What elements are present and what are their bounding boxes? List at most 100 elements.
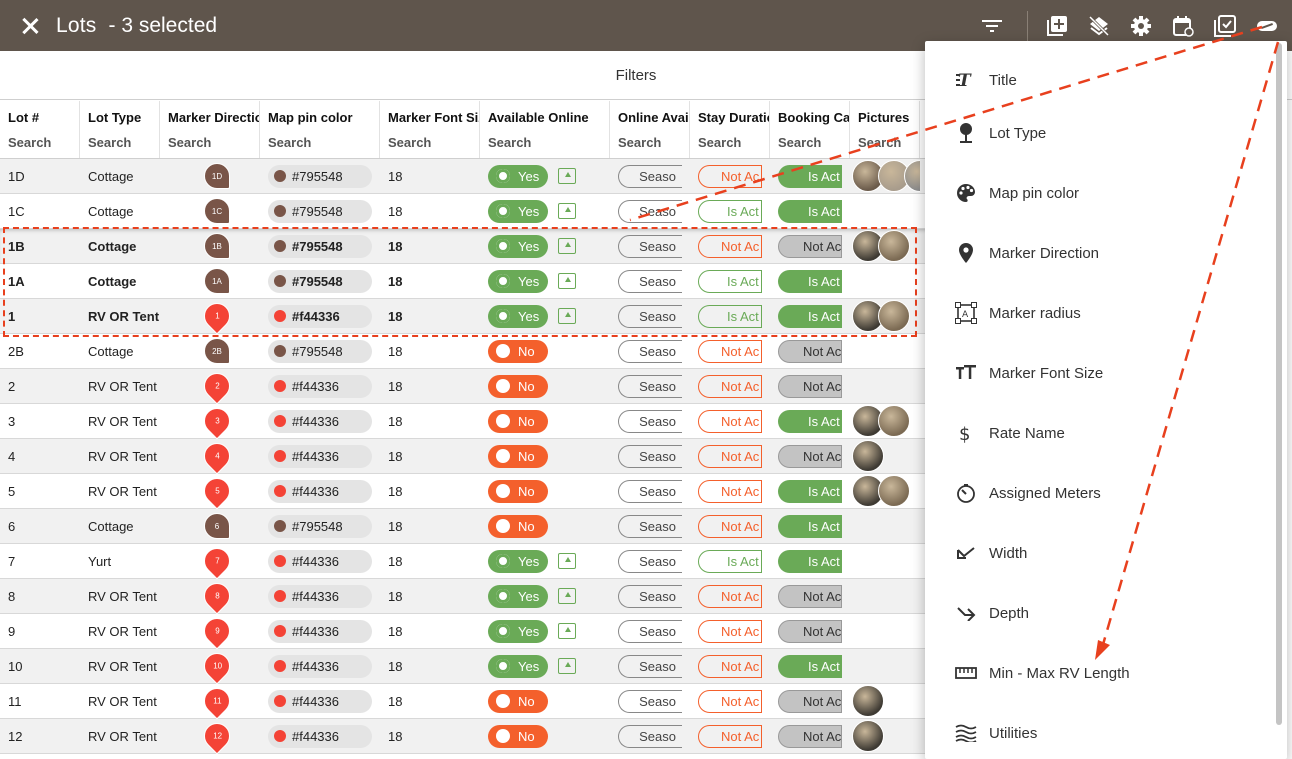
booking-calendar-chip[interactable]: Is Act	[778, 514, 842, 538]
season-chip[interactable]: Seaso	[618, 689, 682, 713]
column-search[interactable]: Search	[88, 135, 159, 150]
column-header[interactable]: Online Availability Search	[610, 101, 690, 158]
stay-duration-chip[interactable]: Not Ac	[698, 409, 762, 433]
pin-color-chip[interactable]: #f44336	[268, 724, 372, 748]
pin-color-cell[interactable]: #f44336	[260, 544, 380, 579]
pin-color-cell[interactable]: #f44336	[260, 299, 380, 334]
season-chip[interactable]: Seaso	[618, 374, 682, 398]
season-chip[interactable]: Seaso	[618, 549, 682, 573]
column-header[interactable]: Available Online Search	[480, 101, 610, 158]
column-header[interactable]: Stay Duration Search	[690, 101, 770, 158]
publish-icon[interactable]	[558, 168, 576, 184]
menu-item[interactable]: Min - Max RV Length	[925, 643, 1287, 703]
publish-icon[interactable]	[558, 623, 576, 639]
season-chip[interactable]: Seaso	[618, 619, 682, 643]
picture-thumbnail[interactable]	[878, 300, 910, 332]
pin-color-cell[interactable]: #f44336	[260, 579, 380, 614]
publish-icon[interactable]	[558, 588, 576, 604]
menu-item[interactable]: Map pin color	[925, 163, 1287, 223]
column-header[interactable]: Booking Calendar Search	[770, 101, 850, 158]
picture-thumbnail[interactable]	[852, 440, 884, 472]
stay-duration-chip[interactable]: Not Ac	[698, 619, 762, 643]
pin-color-chip[interactable]: #f44336	[268, 584, 372, 608]
season-chip[interactable]: Seaso	[618, 164, 682, 188]
available-yes-toggle[interactable]: Yes	[488, 549, 548, 573]
available-yes-toggle[interactable]: Yes	[488, 584, 548, 608]
close-icon[interactable]	[20, 16, 40, 36]
stay-duration-chip[interactable]: Not Ac	[698, 164, 762, 188]
available-yes-toggle[interactable]: Yes	[488, 619, 548, 643]
pin-color-cell[interactable]: #f44336	[260, 684, 380, 719]
picture-thumbnail[interactable]	[904, 160, 920, 192]
season-chip[interactable]: Seaso	[618, 724, 682, 748]
available-yes-toggle[interactable]: Yes	[488, 164, 548, 188]
booking-calendar-chip[interactable]: Is Act	[778, 654, 842, 678]
menu-item[interactable]: Marker Direction	[925, 223, 1287, 283]
available-no-toggle[interactable]: No	[488, 444, 548, 468]
column-search[interactable]: Search	[8, 135, 79, 150]
season-chip[interactable]: Seaso	[618, 409, 682, 433]
available-no-toggle[interactable]: No	[488, 514, 548, 538]
season-chip[interactable]: Seaso	[618, 479, 682, 503]
pin-color-cell[interactable]: #f44336	[260, 649, 380, 684]
pin-color-cell[interactable]: #f44336	[260, 404, 380, 439]
pin-color-cell[interactable]: #795548	[260, 509, 380, 544]
pin-color-cell[interactable]: #795548	[260, 159, 380, 194]
menu-item[interactable]: $ Rate Name	[925, 403, 1287, 463]
stay-duration-chip[interactable]: Is Act	[698, 199, 762, 223]
publish-icon[interactable]	[558, 203, 576, 219]
publish-icon[interactable]	[558, 553, 576, 569]
available-yes-toggle[interactable]: Yes	[488, 234, 548, 258]
booking-calendar-chip[interactable]: Not Ac	[778, 619, 842, 643]
season-chip[interactable]: Seaso	[618, 269, 682, 293]
season-chip[interactable]: Seaso	[618, 584, 682, 608]
column-search[interactable]: Search	[618, 135, 689, 150]
booking-calendar-chip[interactable]: Is Act	[778, 164, 842, 188]
available-yes-toggle[interactable]: Yes	[488, 269, 548, 293]
column-header[interactable]: Pictures Search	[850, 101, 920, 158]
pin-color-chip[interactable]: #f44336	[268, 304, 372, 328]
pin-color-chip[interactable]: #795548	[268, 199, 372, 223]
available-no-toggle[interactable]: No	[488, 409, 548, 433]
available-no-toggle[interactable]: No	[488, 689, 548, 713]
booking-calendar-chip[interactable]: Not Ac	[778, 444, 842, 468]
publish-icon[interactable]	[558, 308, 576, 324]
stay-duration-chip[interactable]: Not Ac	[698, 339, 762, 363]
season-chip[interactable]: Seaso	[618, 654, 682, 678]
pin-color-cell[interactable]: #795548	[260, 229, 380, 264]
picture-thumbnail[interactable]	[878, 475, 910, 507]
pin-color-cell[interactable]: #f44336	[260, 439, 380, 474]
booking-calendar-chip[interactable]: Is Act	[778, 199, 842, 223]
pin-color-cell[interactable]: #f44336	[260, 614, 380, 649]
booking-calendar-chip[interactable]: Is Act	[778, 409, 842, 433]
pin-color-cell[interactable]: #795548	[260, 334, 380, 369]
column-header[interactable]: Marker Font Size Search	[380, 101, 480, 158]
menu-item[interactable]: Marker Font Size	[925, 343, 1287, 403]
publish-icon[interactable]	[558, 658, 576, 674]
column-header[interactable]: Marker Direction Search	[160, 101, 260, 158]
pin-color-cell[interactable]: #f44336	[260, 369, 380, 404]
booking-calendar-chip[interactable]: Is Act	[778, 269, 842, 293]
booking-calendar-chip[interactable]: Is Act	[778, 549, 842, 573]
pin-color-chip[interactable]: #f44336	[268, 549, 372, 573]
column-search[interactable]: Search	[268, 135, 379, 150]
booking-calendar-chip[interactable]: Not Ac	[778, 339, 842, 363]
picture-thumbnail[interactable]	[852, 685, 884, 717]
stay-duration-chip[interactable]: Not Ac	[698, 654, 762, 678]
pin-color-cell[interactable]: #795548	[260, 194, 380, 229]
available-no-toggle[interactable]: No	[488, 479, 548, 503]
booking-calendar-chip[interactable]: Not Ac	[778, 724, 842, 748]
pin-color-cell[interactable]: #795548	[260, 264, 380, 299]
stay-duration-chip[interactable]: Is Act	[698, 549, 762, 573]
pin-color-chip[interactable]: #795548	[268, 339, 372, 363]
menu-item[interactable]: Lot Type	[925, 103, 1287, 163]
pin-color-chip[interactable]: #f44336	[268, 444, 372, 468]
booking-calendar-chip[interactable]: Not Ac	[778, 584, 842, 608]
available-yes-toggle[interactable]: Yes	[488, 654, 548, 678]
pin-color-cell[interactable]: #f44336	[260, 474, 380, 509]
column-header[interactable]: Lot Type Search	[80, 101, 160, 158]
available-no-toggle[interactable]: No	[488, 339, 548, 363]
column-search[interactable]: Search	[778, 135, 849, 150]
menu-item[interactable]: Width	[925, 523, 1287, 583]
booking-calendar-chip[interactable]: Not Ac	[778, 374, 842, 398]
